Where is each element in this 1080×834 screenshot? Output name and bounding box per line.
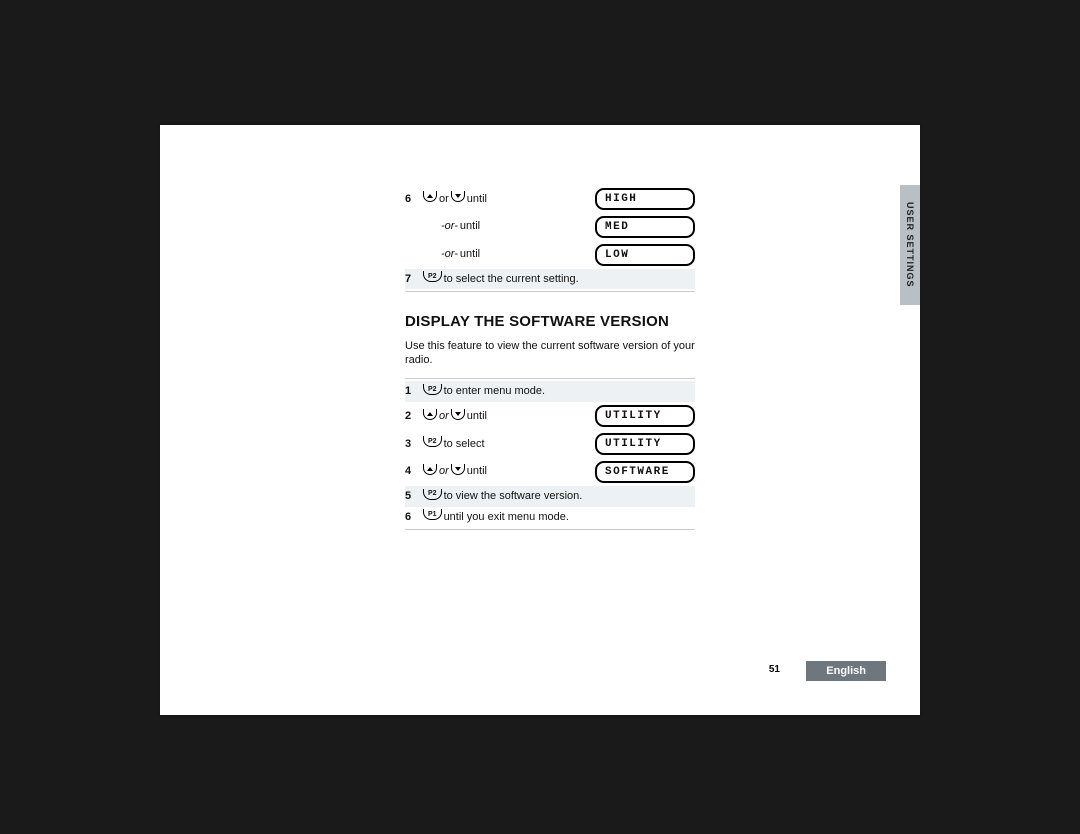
lcd-display: MED	[595, 216, 695, 238]
manual-page: USER SETTINGS 6 or until HIGH -or- until…	[160, 125, 920, 715]
p2-button-icon: P2	[423, 436, 442, 447]
step-text: or until	[423, 464, 487, 479]
word-until: until	[467, 192, 487, 207]
step-row: 1 P2 to enter menu mode.	[405, 381, 695, 402]
p2-button-icon: P2	[423, 384, 442, 395]
down-arrow-icon	[451, 464, 465, 475]
step-desc: to enter menu mode.	[444, 384, 546, 399]
step-number: 5	[405, 489, 423, 504]
word-until: until	[460, 219, 480, 234]
divider	[405, 291, 695, 292]
step-text: P2 to select	[423, 437, 485, 452]
down-arrow-icon	[451, 191, 465, 202]
p1-button-icon: P1	[423, 509, 442, 520]
up-arrow-icon	[423, 191, 437, 202]
down-arrow-icon	[451, 409, 465, 420]
step-row: 4 or until SOFTWARE	[405, 458, 695, 486]
word-until: until	[467, 409, 487, 424]
step-desc: to select the current setting.	[444, 272, 579, 287]
word-or-dash: -or-	[441, 219, 458, 234]
step-number: 6	[405, 510, 423, 525]
step-text: or until	[423, 192, 487, 207]
step-text: -or- until	[441, 247, 480, 262]
step-text: P2 to enter menu mode.	[423, 384, 545, 399]
step-row: -or- until MED	[405, 213, 695, 241]
step-number: 7	[405, 272, 423, 287]
language-label: English	[806, 661, 886, 681]
lcd-display: SOFTWARE	[595, 461, 695, 483]
up-arrow-icon	[423, 464, 437, 475]
step-number: 2	[405, 409, 423, 424]
word-or-dash: -or-	[441, 247, 458, 262]
p2-button-icon: P2	[423, 489, 442, 500]
word-or: or	[439, 409, 449, 424]
step-row: 5 P2 to view the software version.	[405, 486, 695, 507]
step-row: 6 or until HIGH	[405, 185, 695, 213]
divider	[405, 378, 695, 379]
side-tab: USER SETTINGS	[900, 185, 920, 305]
lcd-display: UTILITY	[595, 433, 695, 455]
step-number: 1	[405, 384, 423, 399]
step-number: 3	[405, 437, 423, 452]
lcd-display: UTILITY	[595, 405, 695, 427]
step-number: 6	[405, 192, 423, 207]
word-until: until	[467, 464, 487, 479]
step-text: -or- until	[441, 219, 480, 234]
lcd-display: LOW	[595, 244, 695, 266]
step-row: 6 P1 until you exit menu mode.	[405, 507, 695, 528]
up-arrow-icon	[423, 409, 437, 420]
divider	[405, 529, 695, 530]
step-row: 3 P2 to select UTILITY	[405, 430, 695, 458]
side-tab-label: USER SETTINGS	[905, 202, 915, 288]
word-until: until	[460, 247, 480, 262]
step-text: P2 to select the current setting.	[423, 272, 579, 287]
step-desc: to select	[444, 437, 485, 452]
section-intro: Use this feature to view the current sof…	[405, 339, 695, 369]
step-text: P2 to view the software version.	[423, 489, 582, 504]
step-text: or until	[423, 409, 487, 424]
page-number: 51	[769, 664, 780, 675]
step-row: -or- until LOW	[405, 241, 695, 269]
step-row: 2 or until UTILITY	[405, 402, 695, 430]
step-text: P1 until you exit menu mode.	[423, 510, 569, 525]
step-number: 4	[405, 464, 423, 479]
p2-button-icon: P2	[423, 271, 442, 282]
section-heading: DISPLAY THE SOFTWARE VERSION	[405, 312, 695, 332]
word-or: or	[439, 192, 449, 207]
step-row: 7 P2 to select the current setting.	[405, 269, 695, 290]
step-desc: to view the software version.	[444, 489, 583, 504]
page-content: 6 or until HIGH -or- until MED -or- unti…	[405, 185, 695, 530]
word-or: or	[439, 464, 449, 479]
step-desc: until you exit menu mode.	[444, 510, 569, 525]
lcd-display: HIGH	[595, 188, 695, 210]
